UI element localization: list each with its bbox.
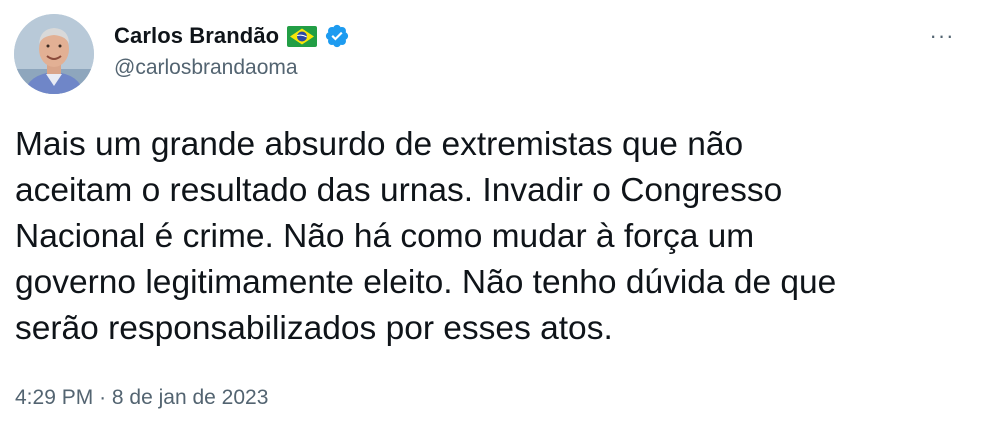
more-options-button[interactable]: ··· — [924, 22, 960, 50]
brazil-flag-icon — [287, 25, 318, 47]
verified-badge-icon — [324, 23, 350, 49]
avatar[interactable] — [14, 14, 94, 94]
tweet-text-line: Nacional é crime. Não há como mudar à fo… — [15, 218, 755, 255]
tweet-text-line: serão responsabilizados por esses atos. — [15, 310, 613, 347]
tweet-time: 4:29 PM — [15, 386, 94, 409]
tweet-text-line: governo legitimamente eleito. Não tenho … — [15, 264, 837, 301]
display-name[interactable]: Carlos Brandão — [114, 23, 279, 49]
tweet-text: Mais um grande absurdo de extremistas qu… — [15, 122, 970, 352]
tweet-timestamp[interactable]: 4:29 PM · 8 de jan de 2023 — [15, 386, 268, 410]
user-info: Carlos Brandão @carlosbrandaoma — [114, 20, 350, 80]
more-options-icon: ··· — [929, 23, 955, 48]
tweet-date: 8 de jan de 2023 — [111, 386, 269, 409]
tweet-text-line: Mais um grande absurdo de extremistas qu… — [15, 126, 744, 163]
timestamp-separator: · — [99, 386, 107, 409]
tweet-text-line: aceitam o resultado das urnas. Invadir o… — [15, 172, 783, 209]
user-handle[interactable]: @carlosbrandaoma — [114, 56, 350, 80]
name-row: Carlos Brandão — [114, 20, 350, 52]
avatar-photo — [14, 14, 94, 94]
tweet-card: Carlos Brandão @carlosbrandaoma ··· Mais… — [0, 0, 984, 437]
